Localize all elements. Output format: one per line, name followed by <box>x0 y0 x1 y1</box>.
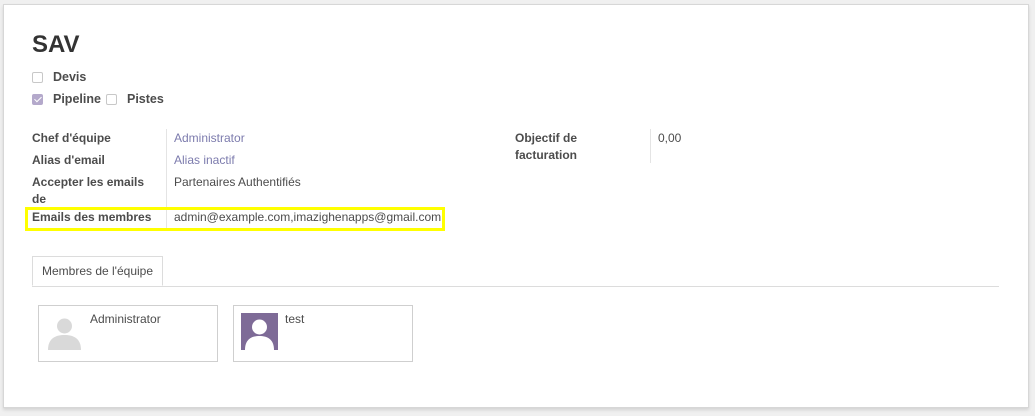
tab-team-members[interactable]: Membres de l'équipe <box>32 256 163 286</box>
member-name[interactable]: Administrator <box>90 312 161 326</box>
checkbox-devis-label[interactable]: Devis <box>53 70 86 84</box>
team-leader-label: Chef d'équipe <box>32 131 111 145</box>
highlight-box <box>25 207 445 231</box>
accept-emails-label-line1: Accepter les emails <box>32 175 145 189</box>
email-alias-label: Alias d'email <box>32 153 105 167</box>
accept-emails-label-line2: de <box>32 192 47 206</box>
member-card[interactable]: test <box>233 305 413 362</box>
checkbox-pipeline[interactable] <box>32 93 43 105</box>
member-name[interactable]: test <box>285 312 304 326</box>
invoicing-target-label-line1: Objectif de <box>515 131 578 145</box>
tab-divider <box>32 286 999 287</box>
team-leader-link[interactable]: Administrator <box>174 130 245 147</box>
checkbox-devis[interactable] <box>32 71 43 83</box>
checkbox-pistes-row[interactable]: Pistes <box>106 92 164 106</box>
checkbox-devis-row[interactable]: Devis <box>32 70 86 84</box>
page-title: SAV <box>32 31 80 58</box>
form-sheet: SAV Devis Pipeline Pistes Chef d'équipe … <box>3 4 1029 408</box>
accept-emails-value[interactable]: Partenaires Authentifiés <box>174 174 301 191</box>
checkbox-pistes-label[interactable]: Pistes <box>127 92 164 106</box>
checkbox-pistes[interactable] <box>106 93 117 105</box>
email-alias-link[interactable]: Alias inactif <box>174 152 235 169</box>
checkbox-pipeline-row[interactable]: Pipeline <box>32 92 101 106</box>
checkbox-pipeline-label[interactable]: Pipeline <box>53 92 101 106</box>
default-avatar-icon <box>46 313 83 350</box>
invoicing-target-label-line2: facturation <box>515 148 578 162</box>
invoicing-target-value[interactable]: 0,00 <box>658 130 681 147</box>
member-card[interactable]: Administrator <box>38 305 218 362</box>
purple-avatar-icon <box>241 313 278 350</box>
field-separator-right <box>650 129 651 163</box>
